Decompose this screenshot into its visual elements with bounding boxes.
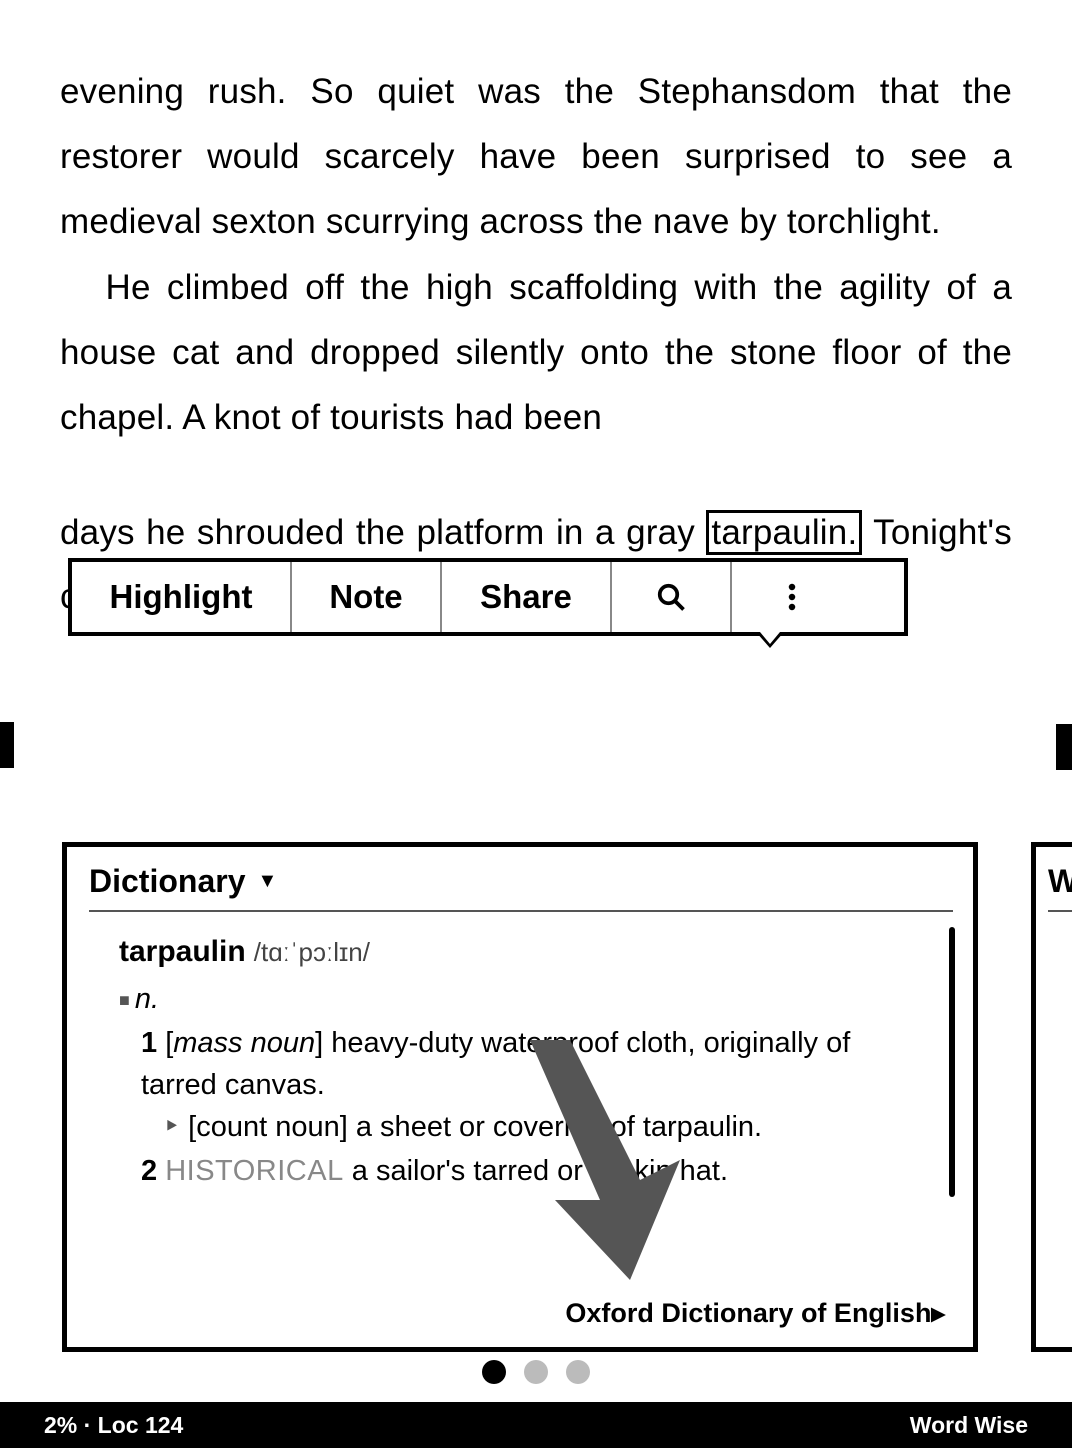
divider	[1048, 910, 1072, 912]
selection-toolbar: Highlight Note Share	[68, 558, 908, 636]
highlight-button[interactable]: Highlight	[72, 562, 292, 632]
progress-location[interactable]: 2% · Loc 124	[44, 1412, 183, 1439]
grammar-label: mass noun	[173, 1027, 315, 1059]
register-label: HISTORICAL	[165, 1155, 344, 1187]
definition: a sailor's tarred or oilskin hat.	[352, 1155, 728, 1187]
subsense: [count noun] a sheet or covering of tarp…	[119, 1106, 923, 1148]
page-dot[interactable]	[482, 1360, 506, 1384]
page-dot[interactable]	[524, 1360, 548, 1384]
dictionary-header[interactable]: Dictionary ▼	[89, 863, 953, 912]
book-text: evening rush. So quiet was the Stephansd…	[60, 60, 1012, 632]
selected-word[interactable]: tarpaulin.	[706, 510, 862, 555]
sense: 1 [mass noun] heavy-duty waterproof clot…	[119, 1022, 923, 1106]
secondary-panel-label: W	[1048, 863, 1072, 900]
secondary-panel[interactable]: W	[1031, 842, 1072, 1352]
paragraph: evening rush. So quiet was the Stephansd…	[60, 60, 1012, 254]
grammar-label: count noun	[196, 1111, 340, 1143]
search-button[interactable]	[612, 562, 732, 632]
sense-number: 1	[141, 1027, 157, 1059]
more-vertical-icon	[777, 582, 807, 612]
sense: 2 HISTORICAL a sailor's tarred or oilski…	[119, 1150, 923, 1192]
share-button[interactable]: Share	[442, 562, 612, 632]
page-edge-marker	[1056, 724, 1072, 770]
note-button[interactable]: Note	[292, 562, 442, 632]
page-dot[interactable]	[566, 1360, 590, 1384]
footer-bar: 2% · Loc 124 Word Wise	[0, 1402, 1072, 1448]
dictionary-label: Dictionary	[89, 863, 245, 900]
scrollbar[interactable]	[949, 927, 955, 1197]
text-fragment: days he shrouded the platform in a gray	[60, 513, 706, 552]
headword: tarpaulin	[119, 935, 246, 968]
page-dots	[0, 1360, 1072, 1384]
toolbar-pointer-icon	[756, 632, 784, 648]
dictionary-source-button[interactable]: Oxford Dictionary of English▸	[565, 1298, 945, 1329]
paragraph: He climbed off the high scaffolding with…	[60, 256, 1012, 450]
word-wise-button[interactable]: Word Wise	[910, 1412, 1028, 1439]
chevron-down-icon: ▼	[257, 870, 277, 893]
definition: a sheet or covering of tarpaulin.	[356, 1111, 762, 1143]
search-icon	[656, 582, 686, 612]
page-edge-marker	[0, 722, 14, 768]
more-button[interactable]	[732, 562, 852, 632]
dictionary-panel: Dictionary ▼ tarpaulin /tɑːˈpɔːlɪn/ n. 1…	[62, 842, 978, 1352]
part-of-speech: n.	[119, 978, 923, 1020]
dictionary-entry: tarpaulin /tɑːˈpɔːlɪn/ n. 1 [mass noun] …	[89, 930, 953, 1192]
pronunciation: /tɑːˈpɔːlɪn/	[254, 937, 370, 967]
reader-page: evening rush. So quiet was the Stephansd…	[0, 0, 1072, 1448]
sense-number: 2	[141, 1155, 157, 1187]
